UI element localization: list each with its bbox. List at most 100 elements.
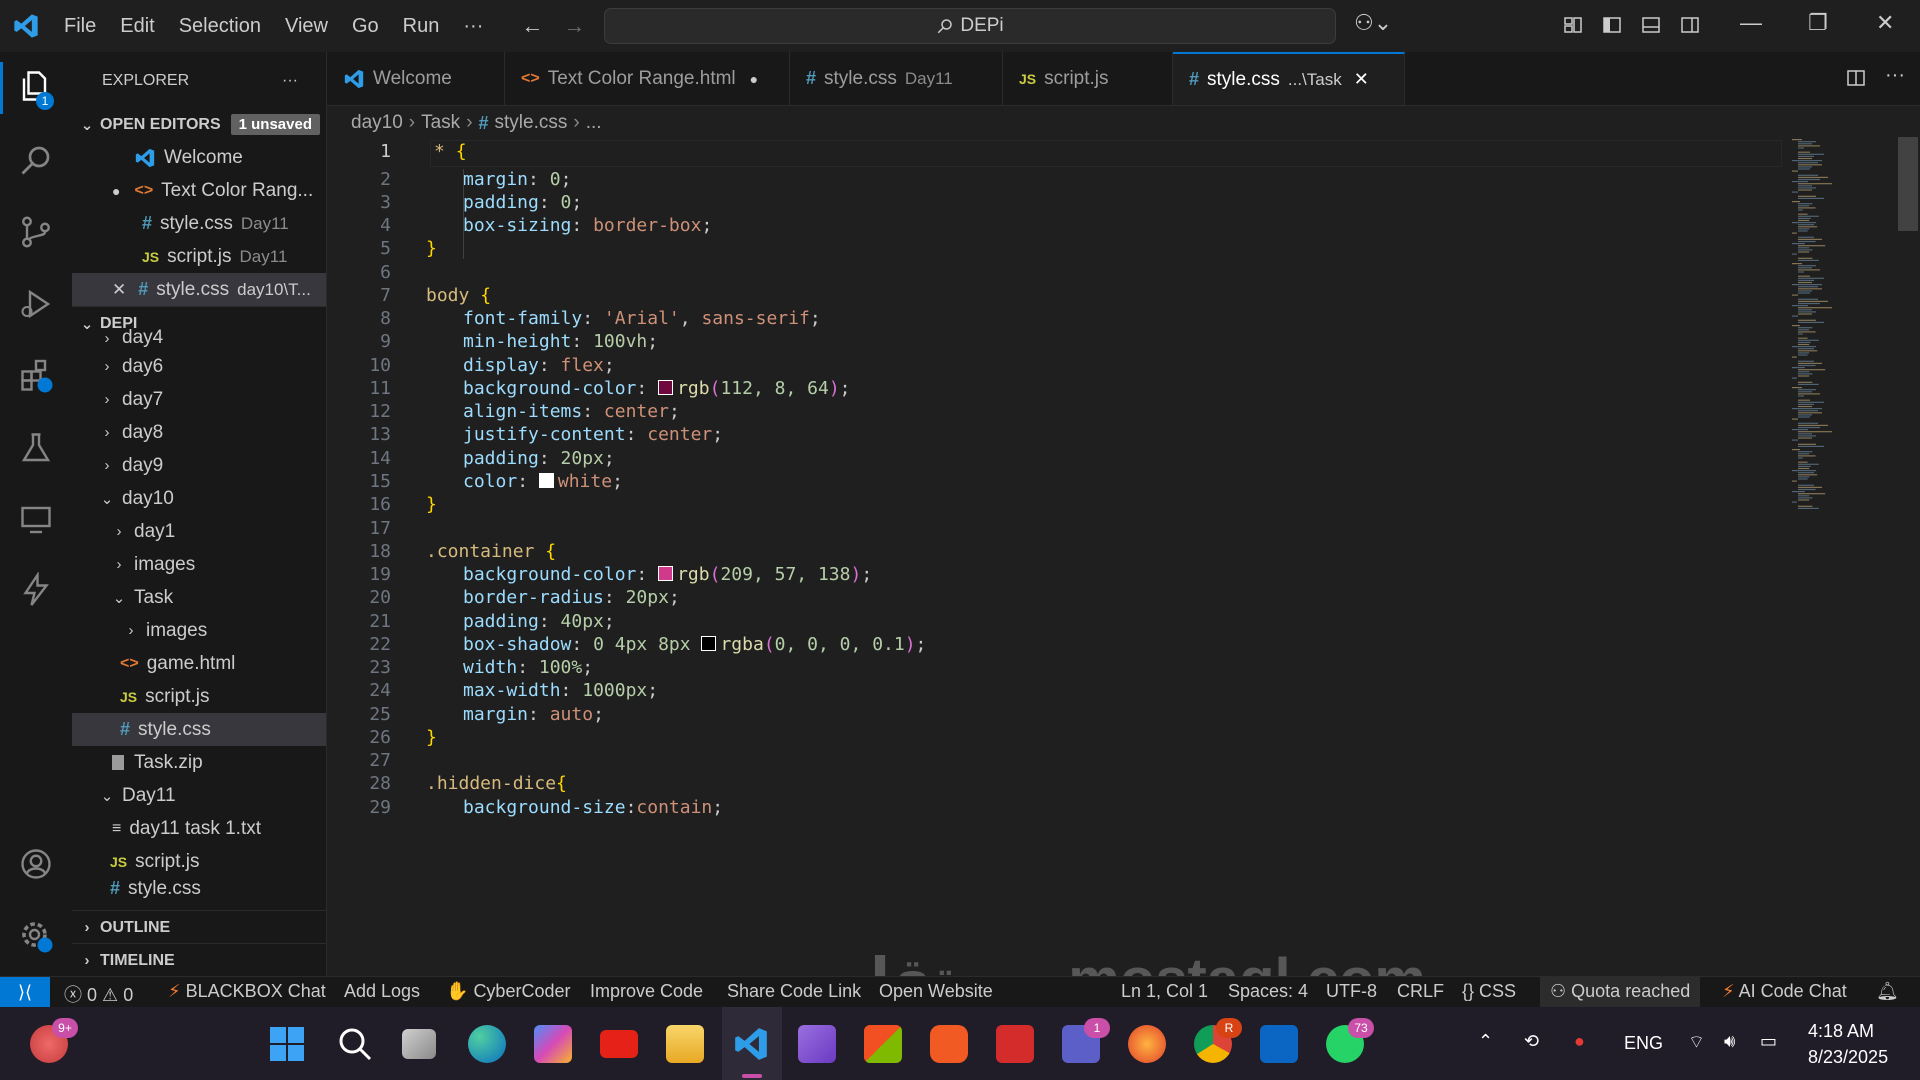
whatsapp-icon[interactable]: 73 — [1326, 1018, 1374, 1063]
input-language[interactable]: ENG — [1624, 1033, 1663, 1054]
tree-folder-day4[interactable]: › day4 — [72, 326, 326, 350]
copilot-icon[interactable] — [534, 1025, 572, 1063]
clock-time[interactable]: 4:18 AM — [1808, 1021, 1874, 1042]
notifications-bell-icon[interactable]: 🔔︎ — [1876, 981, 1899, 1002]
tab-script-js[interactable]: JS script.js — [1003, 52, 1173, 105]
tray-sync-icon[interactable]: ⟲ — [1524, 1031, 1539, 1052]
tray-m-icon[interactable]: ● — [1574, 1031, 1585, 1052]
menu-run[interactable]: Run — [391, 15, 452, 38]
timeline-header[interactable]: › TIMELINE — [72, 943, 326, 976]
copilot-quota-indicator[interactable]: ⚇ Quota reached — [1540, 977, 1701, 1008]
tree-folder-day7[interactable]: › day7 — [72, 383, 326, 416]
source-control-icon[interactable] — [18, 214, 54, 250]
explorer-more-icon[interactable]: ··· — [282, 72, 298, 90]
tab-text-color-range[interactable]: <> Text Color Range.html ● — [505, 52, 790, 105]
open-editor-style-day11[interactable]: # style.css Day11 — [72, 207, 326, 240]
color-swatch[interactable] — [538, 473, 554, 488]
tree-file-task-zip[interactable]: Task.zip — [72, 746, 326, 779]
cursor-position[interactable]: Ln 1, Col 1 — [1121, 981, 1208, 1002]
tab-style-day11[interactable]: # style.css Day11 — [790, 52, 1003, 105]
remote-window-button[interactable]: ⟩⟨ — [0, 977, 50, 1008]
menu-more[interactable]: ··· — [451, 15, 495, 38]
encoding-setting[interactable]: UTF-8 — [1326, 981, 1377, 1002]
tree-folder-day10[interactable]: ⌄ day10 — [72, 482, 326, 515]
blackbox-chat-button[interactable]: ⚡ BLACKBOX Chat — [168, 981, 326, 1002]
command-center-search[interactable]: DEPi — [604, 8, 1336, 44]
close-window-icon[interactable]: ✕ — [1876, 10, 1894, 36]
tree-file-day11-task[interactable]: ≡ day11 task 1.txt — [72, 812, 326, 845]
color-swatch[interactable] — [658, 566, 674, 581]
blackbox-bolt-icon[interactable] — [18, 572, 54, 608]
add-logs-button[interactable]: Add Logs — [344, 981, 420, 1002]
brave-browser-icon[interactable] — [930, 1025, 968, 1063]
battery-icon[interactable]: ▭ — [1760, 1031, 1777, 1052]
improve-code-button[interactable]: Improve Code — [590, 981, 703, 1002]
teams-icon[interactable]: 1 — [1062, 1018, 1110, 1063]
cybercoder-button[interactable]: ✋ CyberCoder — [446, 981, 570, 1002]
breadcrumb-item[interactable]: day10 — [351, 112, 403, 134]
editor-more-actions-icon[interactable]: ··· — [1885, 64, 1905, 87]
chrome-icon[interactable]: R — [1194, 1018, 1242, 1063]
tree-folder-day6[interactable]: › day6 — [72, 350, 326, 383]
split-editor-icon[interactable] — [1846, 68, 1866, 88]
windows-start-icon[interactable] — [268, 1025, 306, 1063]
manage-gear-icon[interactable] — [18, 918, 54, 954]
ai-code-chat-button[interactable]: ⚡ AI Code Chat — [1722, 981, 1847, 1002]
open-editor-script-day11[interactable]: JS script.js Day11 — [72, 240, 326, 273]
menu-edit[interactable]: Edit — [108, 15, 166, 38]
toggle-secondary-sidebar-icon[interactable] — [1680, 15, 1700, 35]
firefox-icon[interactable] — [1128, 1025, 1166, 1063]
search-view-icon[interactable] — [18, 142, 54, 178]
breadcrumb-item[interactable]: style.css — [495, 112, 568, 134]
visual-studio-icon[interactable] — [798, 1025, 836, 1063]
clock-date[interactable]: 8/23/2025 — [1808, 1047, 1888, 1068]
menu-go[interactable]: Go — [340, 15, 391, 38]
breadcrumb-item[interactable]: ... — [586, 112, 602, 134]
tree-folder-day9[interactable]: › day9 — [72, 449, 326, 482]
language-mode[interactable]: {} CSS — [1462, 981, 1516, 1002]
edge-browser-icon[interactable] — [468, 1025, 506, 1063]
close-tab-icon[interactable]: ✕ — [1354, 69, 1369, 90]
run-debug-icon[interactable] — [18, 286, 54, 322]
forward-arrow-icon[interactable]: → — [563, 13, 585, 39]
tree-file-style-css[interactable]: # style.css — [72, 713, 326, 746]
open-editor-text-color-range[interactable]: ● <> Text Color Rang... — [72, 174, 326, 207]
toggle-panel-icon[interactable] — [1641, 15, 1661, 35]
wifi-icon[interactable]: ⌔ — [1688, 1031, 1705, 1054]
tree-folder-task[interactable]: ⌄ Task — [72, 581, 326, 614]
testing-flask-icon[interactable] — [18, 430, 54, 466]
problems-indicator[interactable]: ⓧ 0 ⚠ 0 — [64, 981, 133, 1007]
accounts-icon[interactable] — [18, 846, 54, 882]
copilot-app-icon[interactable]: 9+ — [30, 1018, 78, 1063]
open-editor-style-task[interactable]: ✕ # style.css day10\T... — [72, 273, 326, 306]
tree-folder-day8[interactable]: › day8 — [72, 416, 326, 449]
color-swatch[interactable] — [658, 380, 674, 395]
code-editor[interactable]: 1 2 3 4 5 6 7 8 9 10 11 12 13 14 15 16 17 18 19 20 21 22 23 24 2… — [327, 137, 1920, 976]
menu-view[interactable]: View — [273, 15, 340, 38]
back-arrow-icon[interactable]: ← — [521, 13, 543, 39]
tray-chevron-up-icon[interactable]: ⌃ — [1478, 1031, 1493, 1052]
indentation-setting[interactable]: Spaces: 4 — [1228, 981, 1308, 1002]
microsoft-store-icon[interactable] — [864, 1025, 902, 1063]
tree-folder-day11[interactable]: ⌄ Day11 — [72, 779, 326, 812]
tree-file-day11-style[interactable]: # style.css — [72, 878, 326, 898]
open-website-button[interactable]: Open Website — [879, 981, 993, 1002]
wps-office-icon[interactable] — [996, 1025, 1034, 1063]
toggle-sidebar-icon[interactable] — [1602, 15, 1622, 35]
tree-folder-task-images[interactable]: › images — [72, 614, 326, 647]
vscode-taskbar-icon[interactable] — [732, 1025, 770, 1063]
editor-scrollbar-thumb[interactable] — [1898, 137, 1918, 231]
eol-setting[interactable]: CRLF — [1397, 981, 1444, 1002]
tree-folder-day1[interactable]: › day1 — [72, 515, 326, 548]
menu-file[interactable]: File — [52, 15, 108, 38]
youtube-icon[interactable] — [600, 1030, 638, 1058]
file-explorer-icon[interactable] — [666, 1025, 704, 1063]
color-swatch[interactable] — [701, 636, 717, 651]
unsaved-dot-icon[interactable]: ● — [750, 71, 758, 87]
tab-welcome[interactable]: Welcome — [327, 52, 505, 105]
task-view-icon[interactable] — [402, 1029, 436, 1059]
restore-icon[interactable]: ❐ — [1808, 10, 1828, 36]
open-editors-header[interactable]: ⌄ OPEN EDITORS 1 unsaved — [72, 108, 326, 141]
minimize-icon[interactable]: — — [1740, 10, 1762, 36]
tree-file-day11-script[interactable]: JS script.js — [72, 845, 326, 878]
